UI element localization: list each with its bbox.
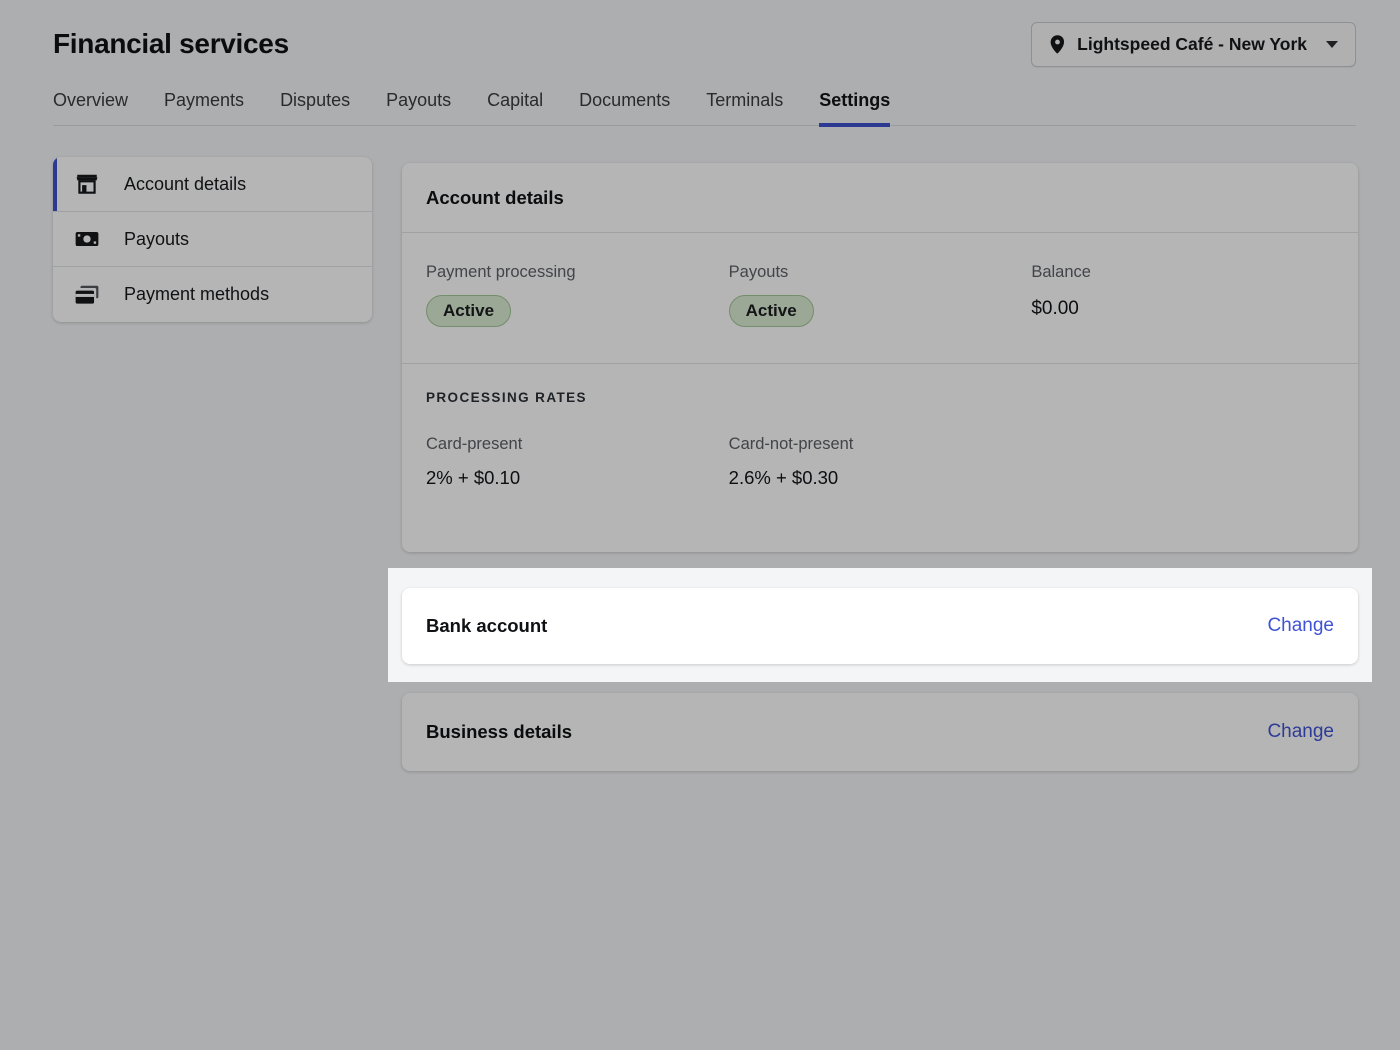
location-selector-button[interactable]: Lightspeed Café - New York: [1031, 22, 1356, 67]
storefront-icon: [74, 171, 100, 197]
sidebar-item-label: Payouts: [124, 229, 189, 250]
tab-overview[interactable]: Overview: [53, 90, 128, 125]
account-details-card: Account details Payment processing Activ…: [402, 163, 1358, 552]
card-not-present-label: Card-not-present: [729, 435, 1032, 454]
card-present-label: Card-present: [426, 435, 729, 454]
processing-rates-section: PROCESSING RATES Card-present 2% + $0.10…: [402, 364, 1358, 515]
balance-field: Balance $0.00: [1031, 263, 1334, 327]
balance-label: Balance: [1031, 263, 1334, 282]
credit-card-icon: [74, 282, 100, 308]
sidebar-item-account-details[interactable]: Account details: [53, 157, 372, 212]
tab-disputes[interactable]: Disputes: [280, 90, 350, 125]
settings-sidebar: Account details Payouts Payment methods: [53, 157, 372, 322]
sidebar-item-payouts[interactable]: Payouts: [53, 212, 372, 267]
payouts-status: Payouts Active: [729, 263, 1032, 327]
location-pin-icon: [1049, 34, 1066, 55]
sidebar-item-label: Payment methods: [124, 284, 269, 305]
payment-processing-label: Payment processing: [426, 263, 729, 282]
tab-payments[interactable]: Payments: [164, 90, 244, 125]
payouts-status-badge: Active: [729, 295, 814, 327]
bank-account-card-title: Bank account: [426, 615, 547, 637]
tab-capital[interactable]: Capital: [487, 90, 543, 125]
payment-processing-status-badge: Active: [426, 295, 511, 327]
payment-processing-status: Payment processing Active: [426, 263, 729, 327]
tab-settings[interactable]: Settings: [819, 90, 890, 125]
card-present-value: 2% + $0.10: [426, 467, 729, 489]
business-details-card-title: Business details: [426, 721, 572, 743]
processing-rates-heading: PROCESSING RATES: [426, 390, 1334, 405]
card-not-present-rate: Card-not-present 2.6% + $0.30: [729, 435, 1032, 489]
card-not-present-value: 2.6% + $0.30: [729, 467, 1032, 489]
page-title: Financial services: [53, 28, 289, 60]
payouts-label: Payouts: [729, 263, 1032, 282]
account-details-card-title: Account details: [402, 163, 1358, 233]
bank-account-change-link[interactable]: Change: [1267, 615, 1334, 637]
tab-documents[interactable]: Documents: [579, 90, 670, 125]
location-selector-label: Lightspeed Café - New York: [1077, 34, 1307, 55]
tab-payouts[interactable]: Payouts: [386, 90, 451, 125]
card-present-rate: Card-present 2% + $0.10: [426, 435, 729, 489]
main-tab-bar: Overview Payments Disputes Payouts Capit…: [53, 90, 1356, 126]
business-details-card: Business details Change: [402, 693, 1358, 771]
bank-account-card: Bank account Change: [402, 588, 1358, 664]
sidebar-item-label: Account details: [124, 174, 246, 195]
tab-terminals[interactable]: Terminals: [706, 90, 783, 125]
balance-value: $0.00: [1031, 295, 1334, 320]
sidebar-item-payment-methods[interactable]: Payment methods: [53, 267, 372, 322]
business-details-change-link[interactable]: Change: [1267, 721, 1334, 743]
banknote-icon: [74, 226, 100, 252]
chevron-down-icon: [1326, 41, 1338, 48]
account-status-section: Payment processing Active Payouts Active…: [402, 233, 1358, 364]
